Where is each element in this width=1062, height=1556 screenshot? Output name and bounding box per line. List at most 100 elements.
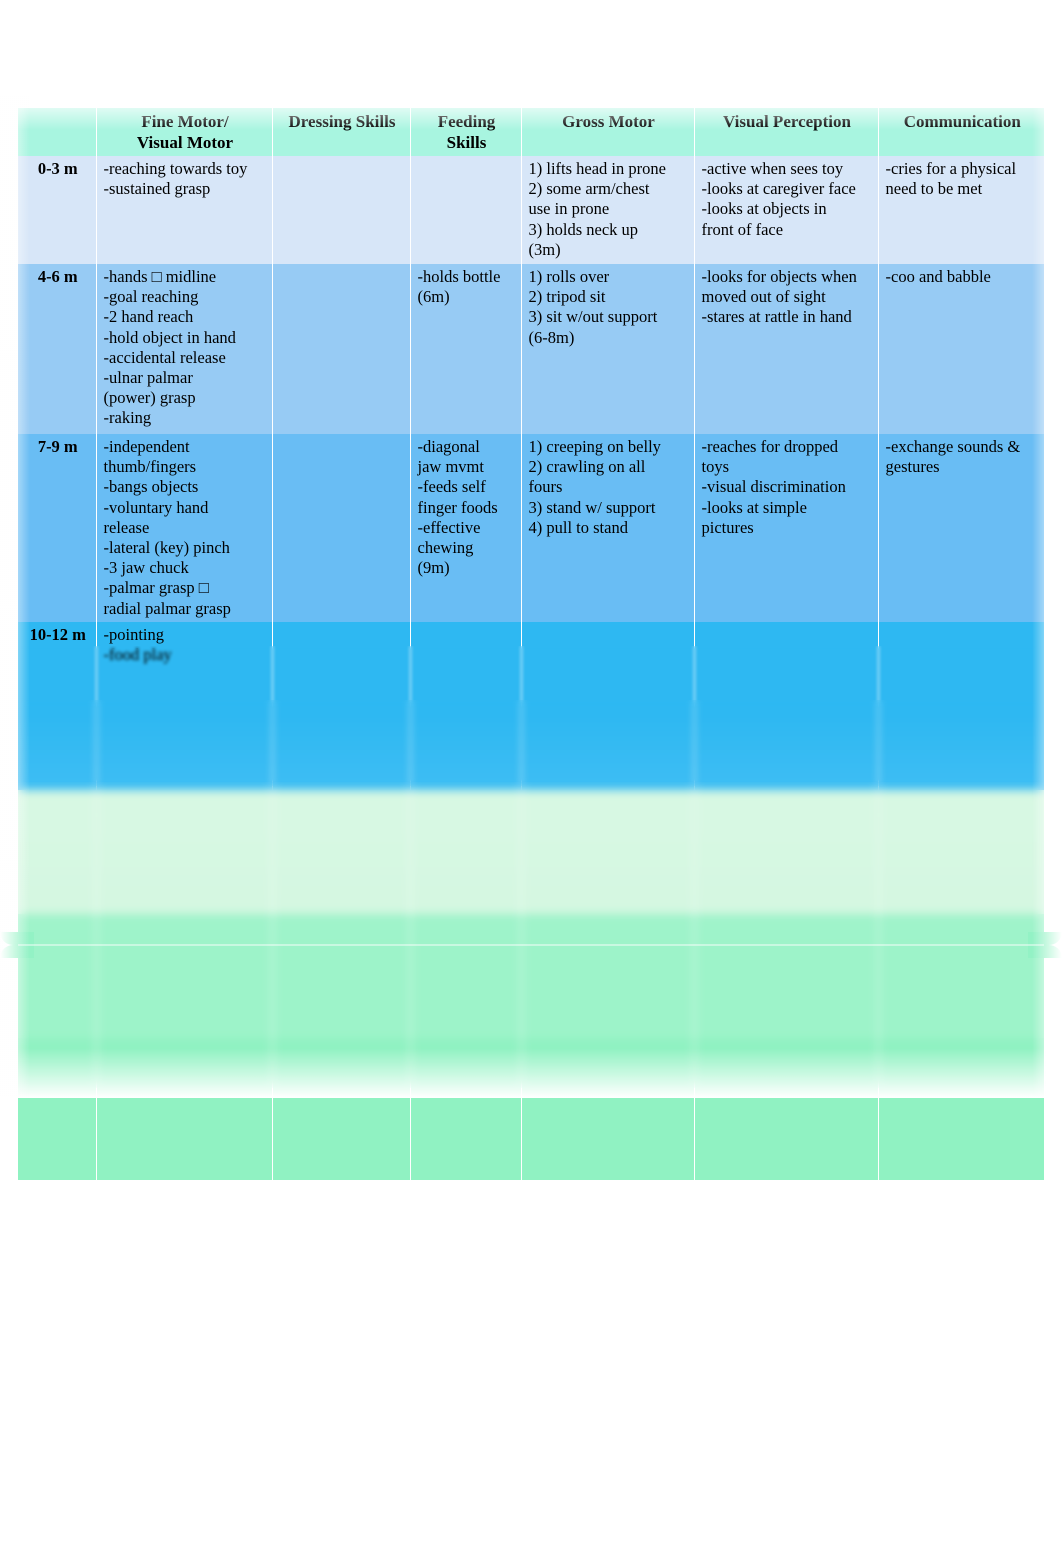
cell-text-line: -voluntary hand: [103, 497, 209, 517]
column-header-dressing-skills: Dressing Skills: [272, 108, 411, 156]
cell-vis: -looks for objects when moved out of sigh…: [694, 264, 879, 434]
cell-comm: -exchange sounds & gestures: [878, 434, 1044, 622]
cell-comm: [878, 790, 1044, 914]
cell-text-line: -feeds self: [417, 477, 486, 497]
column-header-line: Visual Perception: [723, 112, 851, 131]
cell-text-line: -looks at simple: [701, 497, 807, 517]
cell-text-line: pictures: [701, 517, 754, 537]
cell-text-line: -reaches for dropped: [701, 437, 839, 456]
cell-text-line: fours: [528, 477, 563, 497]
cell-text-line: (power) grasp: [103, 388, 196, 408]
column-header-line: Gross Motor: [562, 112, 655, 131]
cell-text-line: gestures: [885, 457, 940, 477]
age-range-cell: [18, 790, 97, 914]
cell-text-line: front of face: [701, 219, 784, 239]
column-header-feeding-skills: Feeding Skills: [410, 108, 522, 156]
document-page: Fine Motor/Visual Motor Dressing Skills …: [0, 0, 1062, 1556]
cell-comm: -coo and babble: [878, 264, 1044, 434]
cell-text-line: thumb/fingers: [103, 457, 197, 477]
cell-text-line: (3m): [528, 239, 561, 259]
cell-text-line: (6-8m): [528, 327, 575, 347]
age-range-cell: 4-6 m: [18, 264, 97, 434]
cell-text-line: -visual discrimination: [701, 477, 846, 497]
cell-text-line: -holds bottle: [417, 267, 501, 286]
cell-text-line: -bangs objects: [103, 477, 199, 497]
cell-fine: [96, 790, 273, 914]
cell-text-line: -stares at rattle in hand: [701, 307, 852, 327]
cell-text-line: moved out of sight: [701, 287, 826, 307]
cell-fine: -reaching towards toy -sustained grasp: [96, 156, 273, 264]
cell-text-line: -looks for objects when: [701, 267, 857, 286]
cell-vis: [694, 914, 879, 1038]
cell-text-line: -pointing: [103, 625, 165, 644]
column-header-visual-perception: Visual Perception: [694, 108, 879, 156]
cell-text-line: 4-6 m: [37, 267, 78, 286]
cell-gross: [521, 1038, 695, 1180]
cell-text-line: jaw mvmt: [417, 457, 484, 477]
cell-feed: -holds bottle (6m): [410, 264, 522, 434]
column-header-dressing-skills-label: Dressing Skills: [280, 111, 405, 132]
cell-gross: [521, 790, 695, 914]
column-header-gross-motor-label: Gross Motor: [529, 111, 689, 132]
cell-text-line: -goal reaching: [103, 287, 199, 307]
cell-text-line: 10-12 m: [29, 625, 86, 644]
cell-text-line: -reaching towards toy: [103, 159, 248, 178]
cell-feed: [410, 622, 522, 790]
cell-text-line: 2) some arm/chest: [528, 179, 650, 199]
cell-dress: [272, 264, 411, 434]
column-header-fine-motor-label: Fine Motor/Visual Motor: [104, 111, 267, 153]
cell-text-line: -coo and babble: [885, 267, 991, 286]
cell-gross: [521, 622, 695, 790]
cell-text-line: use in prone: [528, 199, 610, 219]
cell-feed: [410, 914, 522, 1038]
cell-text-line: 1) lifts head in prone: [528, 159, 666, 178]
cell-gross: 1) rolls over 2) tripod sit 3) sit w/out s…: [521, 264, 695, 434]
column-header-line: Feeding: [437, 112, 496, 131]
age-range-cell: 7-9 m: [18, 434, 97, 622]
cell-text-line: -lateral (key) pinch: [103, 538, 230, 558]
cell-dress: [272, 1038, 411, 1180]
cell-vis: [694, 622, 879, 790]
table-row: 4-6 m -hands □ midline -goal reaching -2 ha…: [18, 264, 1044, 434]
column-header-age: [18, 108, 97, 156]
cell-text-line: (9m): [417, 558, 450, 578]
column-header-line: Skills: [446, 133, 487, 152]
cell-text-line: 0-3 m: [37, 159, 78, 178]
cell-text-line: -looks at objects in: [701, 199, 827, 219]
cell-text-line: chewing: [417, 538, 474, 558]
column-header-line: Visual Motor: [136, 133, 234, 152]
cell-text-line: 2) tripod sit: [528, 287, 606, 307]
cell-text-line: 4) pull to stand: [528, 517, 628, 537]
cell-text-line: -palmar grasp □: [103, 578, 209, 598]
cell-comm: [878, 622, 1044, 790]
cell-fine: [96, 914, 273, 1038]
milestones-table-container: Fine Motor/Visual Motor Dressing Skills …: [18, 108, 1044, 1180]
column-header-line: Fine Motor/: [141, 112, 229, 131]
age-range-cell: 0-3 m: [18, 156, 97, 264]
column-header-gross-motor: Gross Motor: [521, 108, 695, 156]
cell-fine: -pointing -food play: [96, 622, 273, 790]
age-range-cell: [18, 914, 97, 1038]
cell-gross: 1) lifts head in prone 2) some arm/chest u…: [521, 156, 695, 264]
cell-text-line: -independent: [103, 437, 190, 456]
cell-fine: -independent thumb/fingers -bangs objects -…: [96, 434, 273, 622]
cell-text-line: -effective: [417, 517, 481, 537]
cell-text-line: -cries for a physical: [885, 159, 1017, 178]
cell-fine: -hands □ midline -goal reaching -2 hand re…: [96, 264, 273, 434]
cell-text-line: -food play: [103, 645, 172, 665]
cell-dress: [272, 914, 411, 1038]
cell-text-line: -3 jaw chuck: [103, 558, 189, 578]
table-row: [18, 1038, 1044, 1180]
cell-text-line: 2) crawling on all: [528, 457, 646, 477]
cell-comm: [878, 1038, 1044, 1180]
cell-feed: -diagonal jaw mvmt -feeds self finger foods…: [410, 434, 522, 622]
cell-text-line: -looks at caregiver face: [701, 179, 856, 199]
developmental-milestones-table: Fine Motor/Visual Motor Dressing Skills …: [18, 108, 1044, 1180]
cell-vis: -reaches for dropped toys -visual discrimi…: [694, 434, 879, 622]
cell-text-line: 1) creeping on belly: [528, 437, 661, 456]
table-row: [18, 914, 1044, 1038]
cell-text-line: 7-9 m: [37, 437, 78, 456]
column-header-communication: Communication: [878, 108, 1044, 156]
cell-text-line: 3) sit w/out support: [528, 307, 658, 327]
cell-comm: -cries for a physical need to be met: [878, 156, 1044, 264]
